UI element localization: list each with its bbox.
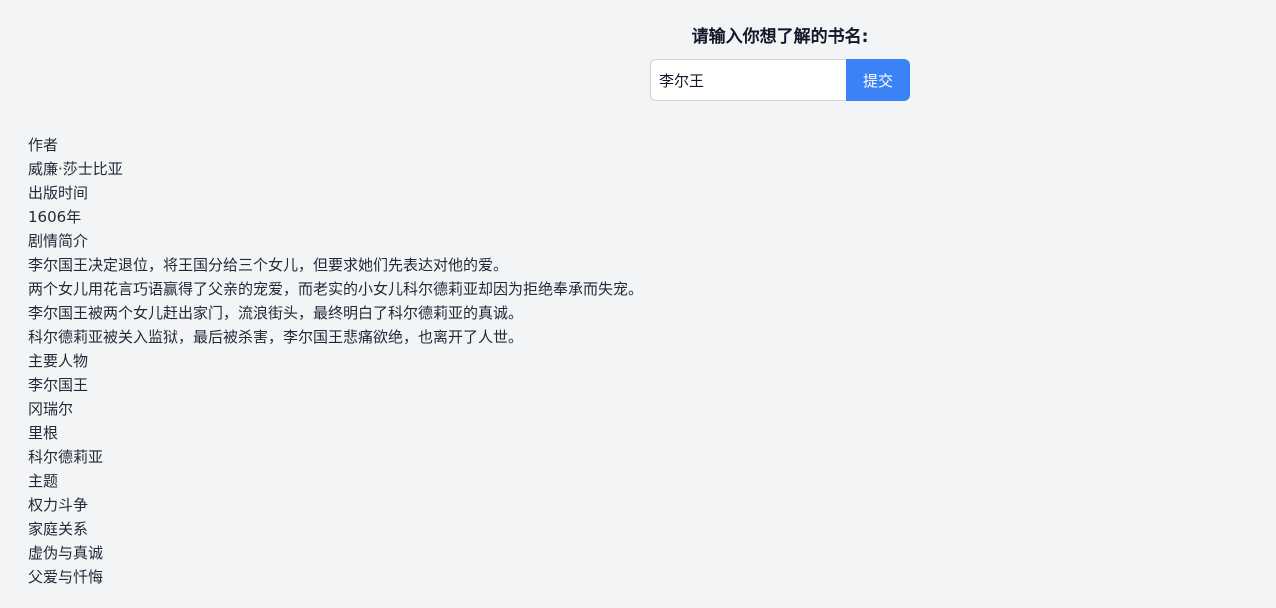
- book-info: 作者 威廉·莎士比亚 出版时间 1606年 剧情简介 李尔国王决定退位，将王国分…: [28, 133, 643, 589]
- synopsis-line: 李尔国王被两个女儿赶出家门，流浪街头，最终明白了科尔德莉亚的真诚。: [28, 304, 524, 322]
- theme-item: 家庭关系: [28, 520, 89, 538]
- theme-item: 父爱与忏悔: [28, 568, 104, 586]
- synopsis-line: 两个女儿用花言巧语赢得了父亲的宠爱，而老实的小女儿科尔德莉亚却因为拒绝奉承而失宠…: [28, 280, 644, 298]
- publish-time-value: 1606年: [28, 208, 82, 226]
- form-title: 请输入你想了解的书名:: [691, 27, 869, 47]
- search-form: 请输入你想了解的书名: 提交: [650, 24, 910, 101]
- synopsis-line: 李尔国王决定退位，将王国分给三个女儿，但要求她们先表达对他的爱。: [28, 256, 509, 274]
- theme-item: 虚伪与真诚: [28, 544, 104, 562]
- character-item: 李尔国王: [28, 376, 89, 394]
- publish-time-heading: 出版时间: [28, 184, 89, 202]
- author-value: 威廉·莎士比亚: [28, 160, 123, 178]
- character-item: 里根: [28, 424, 59, 442]
- book-name-input[interactable]: [650, 59, 846, 101]
- theme-item: 权力斗争: [28, 496, 89, 514]
- character-item: 科尔德莉亚: [28, 448, 104, 466]
- characters-heading: 主要人物: [28, 352, 89, 370]
- character-item: 冈瑞尔: [28, 400, 74, 418]
- themes-heading: 主题: [28, 472, 59, 490]
- submit-button[interactable]: 提交: [846, 59, 910, 101]
- synopsis-line: 科尔德莉亚被关入监狱，最后被杀害，李尔国王悲痛欲绝，也离开了人世。: [28, 328, 524, 346]
- input-row: 提交: [650, 59, 910, 101]
- synopsis-heading: 剧情简介: [28, 232, 89, 250]
- author-heading: 作者: [28, 136, 59, 154]
